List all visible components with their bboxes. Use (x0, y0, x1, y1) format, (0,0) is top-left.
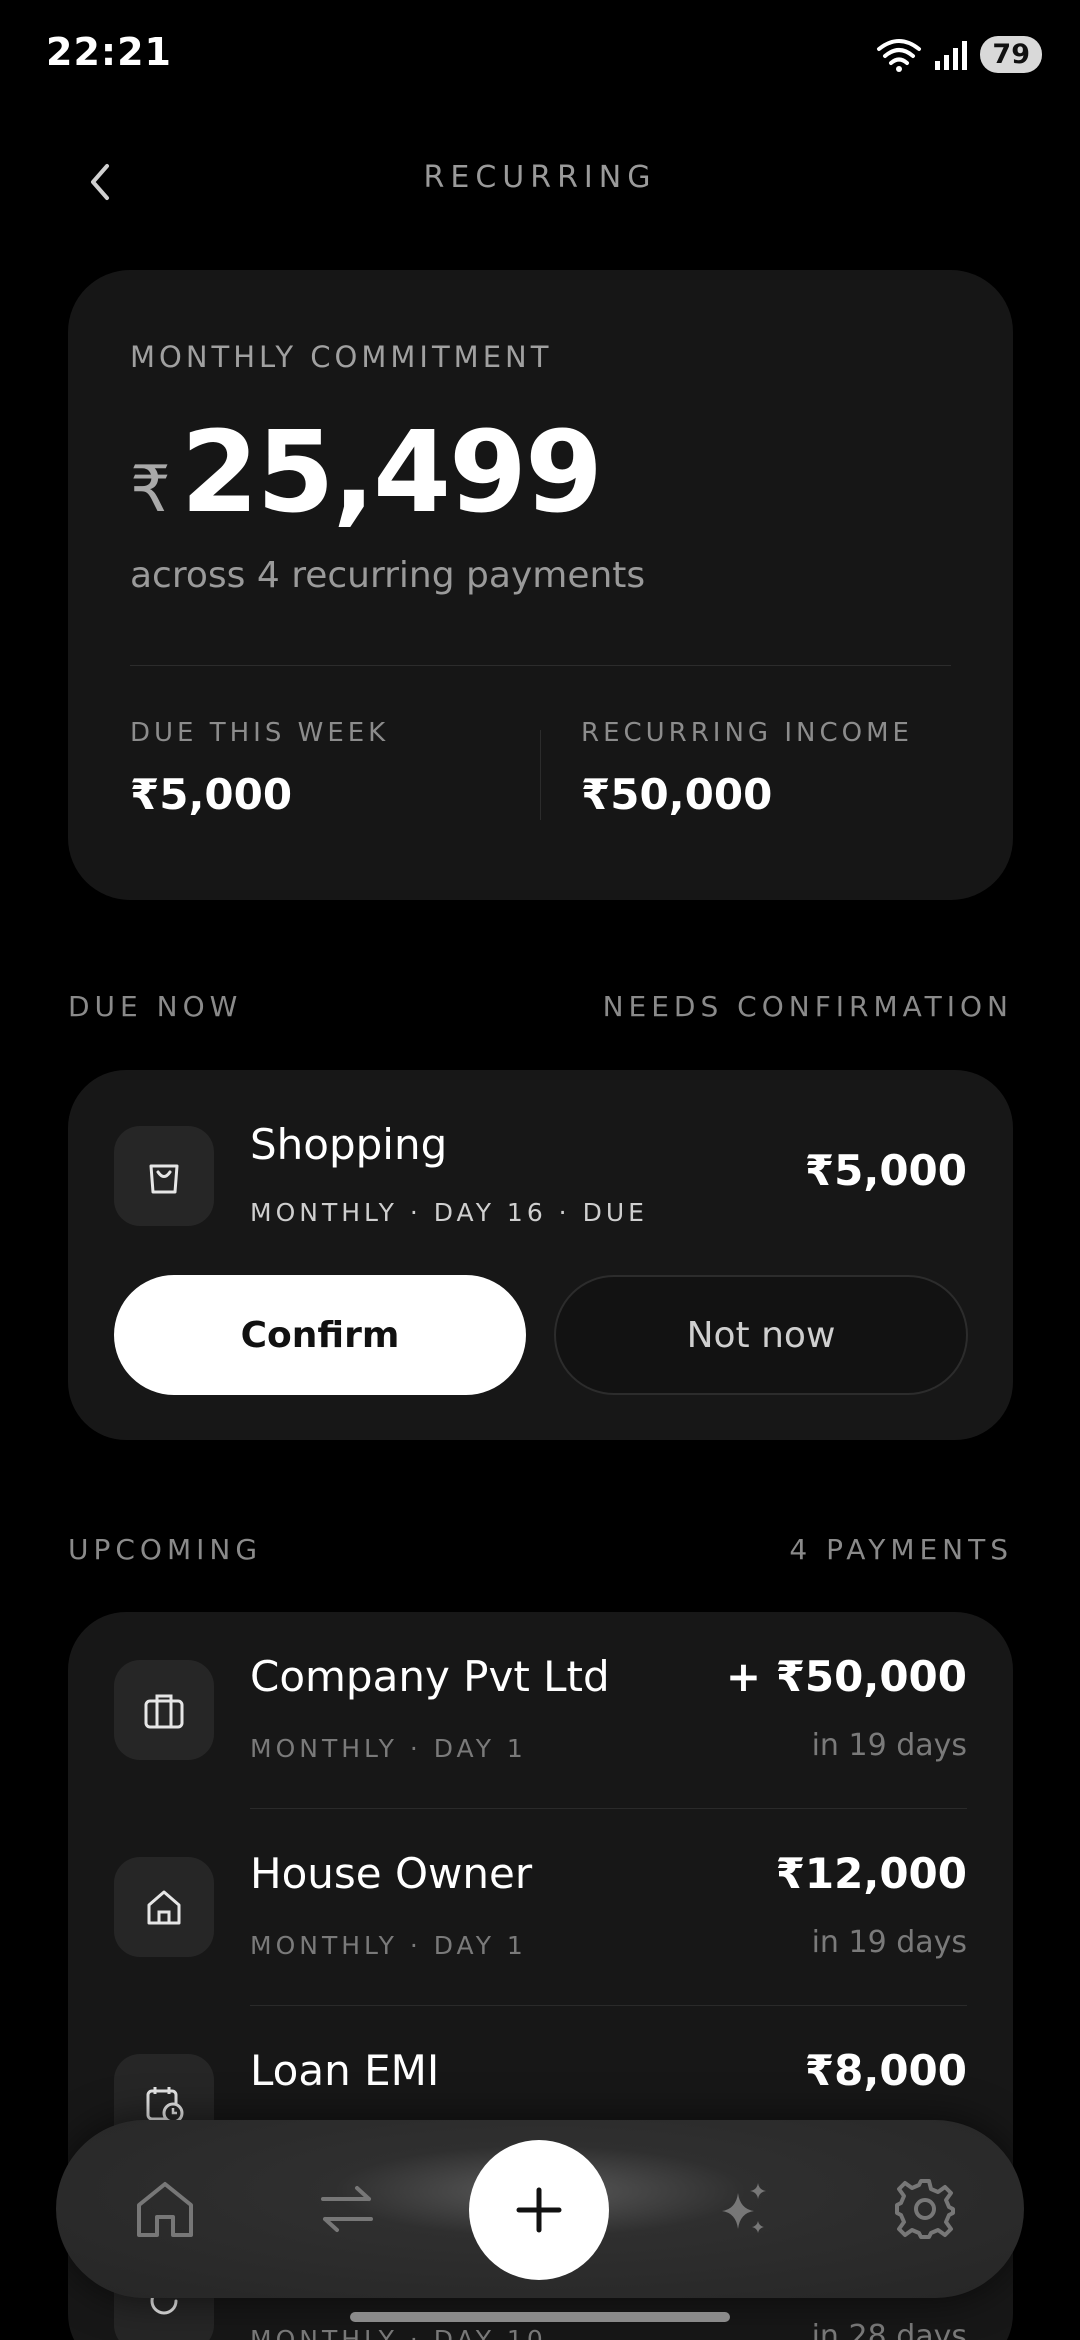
row-meta: MONTHLY · DAY 10 (250, 2325, 547, 2340)
row-icon-box (114, 1857, 214, 1957)
sparkles-icon (722, 2183, 766, 2233)
row-meta: MONTHLY · DAY 1 (250, 1734, 527, 1763)
row-amount: ₹8,000 (804, 2046, 967, 2095)
row-amount: ₹12,000 (775, 1849, 967, 1898)
card-divider (130, 665, 951, 666)
row-due-in: in 19 days (811, 1728, 967, 1763)
upcoming-row[interactable]: House Owner MONTHLY · DAY 1 ₹12,000 in 1… (68, 1809, 1013, 2006)
due-now-header: DUE NOW NEEDS CONFIRMATION (68, 990, 1013, 1023)
upcoming-header: UPCOMING 4 PAYMENTS (68, 1533, 1013, 1566)
due-this-week-stat: DUE THIS WEEK ₹5,000 (130, 718, 389, 819)
recurring-income-value: ₹50,000 (581, 770, 773, 819)
row-title: Company Pvt Ltd (250, 1652, 610, 1701)
row-title: Loan EMI (250, 2046, 440, 2095)
stat-divider (540, 730, 541, 820)
row-meta: MONTHLY · DAY 1 (250, 1931, 527, 1960)
row-due-in: in 19 days (811, 1925, 967, 1960)
nav-home[interactable] (120, 2164, 210, 2254)
upcoming-title: UPCOMING (68, 1533, 263, 1566)
currency-symbol: ₹ (130, 453, 171, 527)
due-now-title: DUE NOW (68, 990, 243, 1023)
due-item-amount: ₹5,000 (804, 1146, 967, 1195)
nav-insights[interactable] (699, 2164, 789, 2254)
commitment-value: 25,499 (180, 408, 603, 538)
due-now-card: Shopping MONTHLY · DAY 16 · DUE ₹5,000 C… (68, 1070, 1013, 1440)
nav-settings[interactable] (880, 2164, 970, 2254)
house-icon (147, 1890, 181, 1925)
monthly-commitment-label: MONTHLY COMMITMENT (130, 340, 553, 374)
page-title: RECURRING (423, 160, 657, 195)
due-this-week-label: DUE THIS WEEK (130, 718, 390, 748)
not-now-button[interactable]: Not now (554, 1275, 968, 1395)
signal-icon (935, 40, 968, 70)
status-icons: 79 (876, 36, 1042, 73)
home-icon (137, 2182, 193, 2237)
needs-confirmation-label: NEEDS CONFIRMATION (602, 990, 1013, 1023)
battery-indicator: 79 (980, 36, 1042, 73)
recurring-income-stat: RECURRING INCOME ₹50,000 (581, 718, 913, 819)
bottom-nav (56, 2120, 1024, 2298)
row-icon-box (114, 1660, 214, 1760)
monthly-commitment-amount: ₹ 25,499 (130, 408, 603, 538)
upcoming-row[interactable]: Company Pvt Ltd MONTHLY · DAY 1 + ₹50,00… (68, 1612, 1013, 1809)
settings-gear-icon (895, 2179, 955, 2239)
row-amount: + ₹50,000 (725, 1652, 967, 1701)
upcoming-count: 4 PAYMENTS (789, 1533, 1013, 1566)
home-indicator (350, 2312, 730, 2322)
row-due-in: in 28 days (811, 2319, 967, 2340)
plus-icon (516, 2187, 562, 2233)
add-button[interactable] (469, 2140, 609, 2280)
wifi-icon (877, 38, 922, 72)
due-this-week-value: ₹5,000 (130, 770, 293, 819)
status-time: 22:21 (46, 30, 172, 74)
shopping-icon-box (114, 1126, 214, 1226)
due-item-meta: MONTHLY · DAY 16 · DUE (250, 1198, 648, 1227)
nav-transfers[interactable] (302, 2164, 392, 2254)
status-bar: 22:21 79 (0, 0, 1080, 110)
transfer-arrows-icon (321, 2186, 373, 2232)
recurring-income-label: RECURRING INCOME (581, 718, 913, 748)
confirm-button[interactable]: Confirm (114, 1275, 526, 1395)
shopping-bag-icon (149, 1164, 179, 1194)
briefcase-icon (144, 1694, 184, 1729)
monthly-commitment-card: MONTHLY COMMITMENT ₹ 25,499 across 4 rec… (68, 270, 1013, 900)
row-title: House Owner (250, 1849, 533, 1898)
commitment-subtitle: across 4 recurring payments (130, 555, 646, 596)
due-item-name: Shopping (250, 1120, 448, 1169)
